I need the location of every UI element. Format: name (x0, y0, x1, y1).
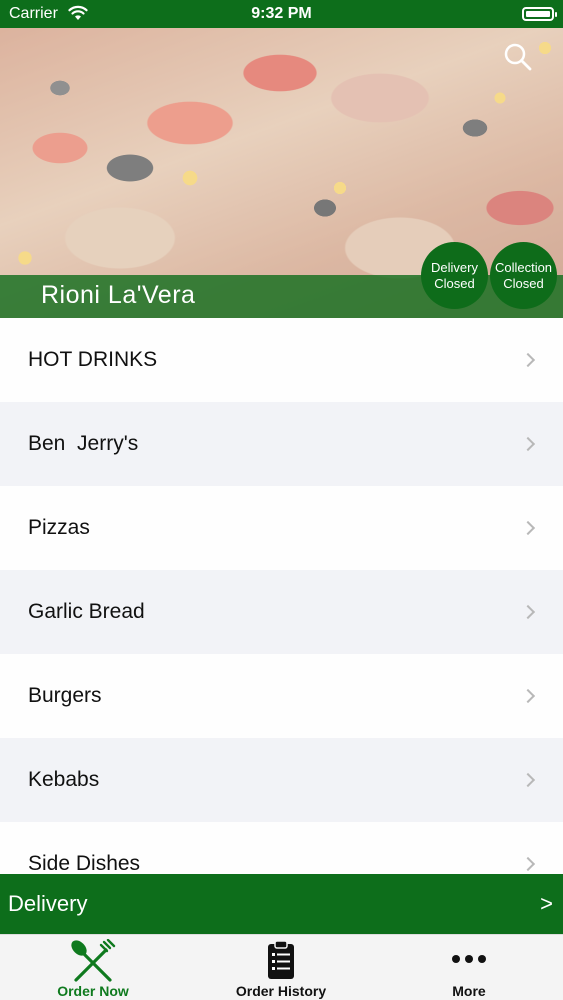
menu-item-label: Pizzas (28, 516, 90, 539)
menu-item-pizzas[interactable]: Pizzas (0, 486, 563, 570)
collection-badge-line2: Closed (503, 275, 544, 291)
chevron-right-icon (520, 772, 536, 788)
tab-label: Order Now (57, 983, 129, 999)
menu-item-burgers[interactable]: Burgers (0, 654, 563, 738)
collection-status-badge: Collection Closed (490, 242, 557, 309)
menu-item-label: Garlic Bread (28, 600, 145, 623)
tab-more[interactable]: More (394, 935, 544, 1000)
menu-item-hot-drinks[interactable]: HOT DRINKS (0, 318, 563, 402)
delivery-status-badge: Delivery Closed (421, 242, 488, 309)
delivery-badge-line2: Closed (434, 275, 475, 291)
menu-item-garlic-bread[interactable]: Garlic Bread (0, 570, 563, 654)
tab-label: Order History (235, 983, 327, 999)
menu-category-list[interactable]: HOT DRINKS Ben Jerry's Pizzas Garlic Bre… (0, 318, 563, 874)
tab-label: More (452, 983, 486, 999)
chevron-right-icon (520, 856, 536, 872)
menu-item-kebabs[interactable]: Kebabs (0, 738, 563, 822)
fork-spoon-icon (70, 938, 116, 988)
tab-order-history[interactable]: Order History (206, 935, 356, 1000)
battery-icon (522, 7, 557, 21)
chevron-right-icon (520, 604, 536, 620)
search-icon[interactable] (503, 42, 533, 72)
chevron-right-icon (520, 688, 536, 704)
status-bar: Carrier 9:32 PM (0, 0, 563, 28)
status-time: 9:32 PM (251, 5, 312, 22)
menu-item-label: Ben Jerry's (28, 432, 139, 455)
delivery-mode-bar[interactable]: Delivery > (0, 874, 563, 934)
chevron-right-icon (520, 436, 536, 452)
tab-order-now[interactable]: Order Now (18, 935, 168, 1000)
menu-item-label: Side Dishes (28, 852, 141, 874)
chevron-right-icon: > (540, 891, 553, 916)
menu-item-side-dishes[interactable]: Side Dishes (0, 822, 563, 874)
more-dots-icon (451, 951, 487, 969)
menu-item-ben-jerrys[interactable]: Ben Jerry's (0, 402, 563, 486)
clipboard-list-icon (266, 939, 296, 986)
delivery-badge-line1: Delivery (431, 259, 478, 275)
chevron-right-icon (520, 520, 536, 536)
delivery-mode-label: Delivery (8, 891, 88, 916)
menu-item-label: Kebabs (28, 768, 100, 791)
restaurant-name: Rioni La'Vera (41, 281, 196, 309)
bottom-tab-bar: Order Now Order History More (0, 934, 563, 1000)
restaurant-hero-image: Rioni La'Vera Delivery Closed Collection… (0, 28, 563, 318)
menu-item-label: HOT DRINKS (28, 348, 158, 371)
chevron-right-icon (520, 352, 536, 368)
collection-badge-line1: Collection (494, 259, 553, 275)
menu-item-label: Burgers (28, 684, 102, 707)
